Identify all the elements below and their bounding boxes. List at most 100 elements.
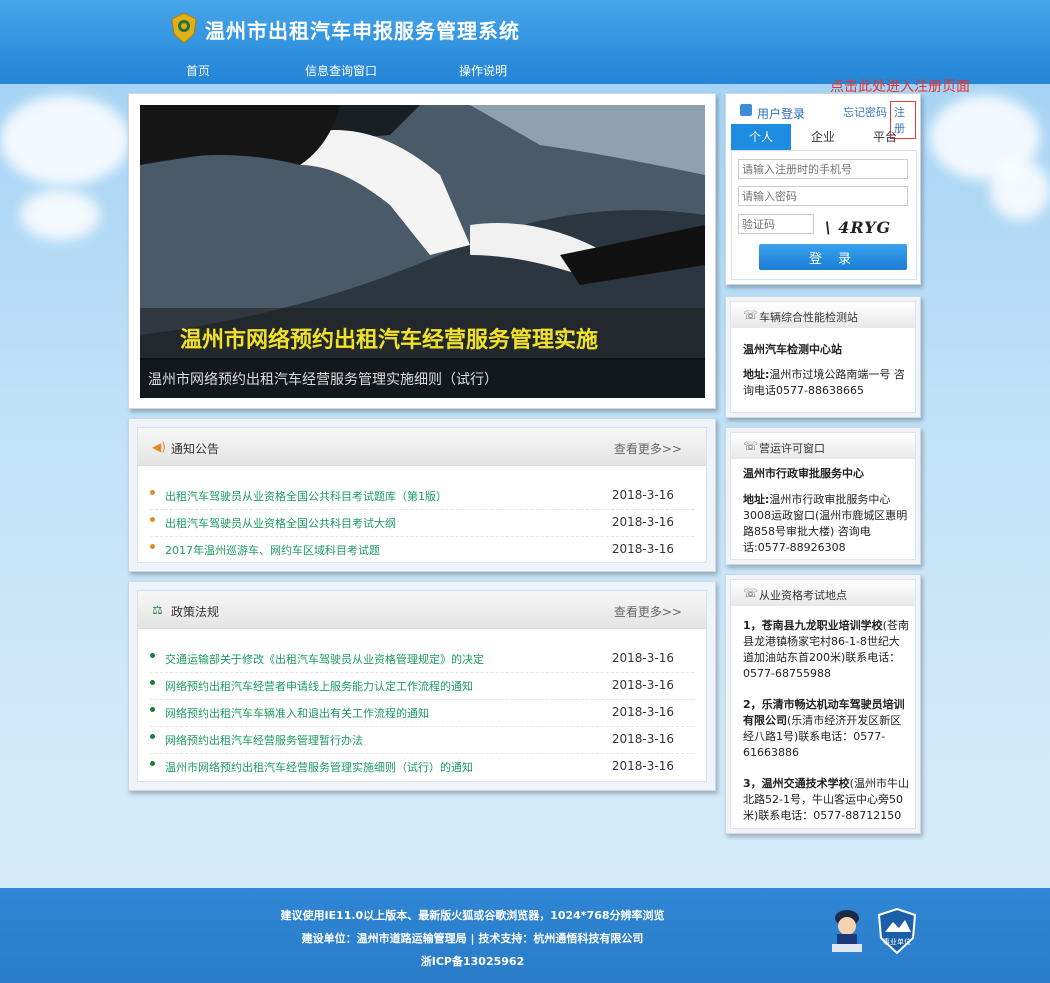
list-item-date: 2018-3-16 [611, 542, 674, 556]
captcha-image[interactable]: \ 4RYG [817, 217, 899, 239]
icp-number: 浙ICP备13025962 [420, 955, 525, 968]
banner-caption: 温州市网络预约出租汽车经营服务管理实施细则（试行） [148, 372, 498, 388]
phone-icon: ☏ [743, 586, 759, 600]
phone-icon: ☏ [743, 439, 759, 453]
policy-list: 交通运输部关于修改《出租汽车驾驶员从业资格管理规定》的决定 2018-3-16 … [150, 646, 694, 781]
list-item[interactable]: 交通运输部关于修改《出租汽车驾驶员从业资格管理规定》的决定 2018-3-16 [150, 646, 694, 673]
banner-slide[interactable]: 温州市网络预约出租汽车经营服务管理实施 温州市网络预约出租汽车经营服务管理实施细… [140, 105, 705, 398]
header: 温州市出租汽车申报服务管理系统 首页 信息查询窗口 操作说明 [0, 0, 1050, 84]
tab-enterprise[interactable]: 企业 [793, 124, 853, 150]
builder-credits: 建设单位：温州市道路运输管理局 | 技术支持：杭州通悟科技有限公司 [301, 932, 644, 945]
policy-header: ⚖ 政策法规 查看更多>> [138, 591, 706, 629]
banner-headline: 温州市网络预约出租汽车经营服务管理实施 [180, 328, 599, 353]
list-item[interactable]: 出租汽车驾驶员从业资格全国公共科目考试题库（第1版） 2018-3-16 [150, 483, 694, 510]
inspection-panel: ☏ 车辆综合性能检测站 温州汽车检测中心站 地址:温州市过境公路南端一号 咨询电… [725, 296, 921, 418]
nav-info-query[interactable]: 信息查询窗口 [305, 62, 377, 79]
password-input[interactable] [738, 186, 908, 206]
list-item-title[interactable]: 交通运输部关于修改《出租汽车驾驶员从业资格管理规定》的决定 [165, 651, 484, 667]
cloud-decoration [20, 190, 100, 240]
list-item[interactable]: 网络预约出租汽车经营服务管理暂行办法 2018-3-16 [150, 727, 694, 754]
login-form: \ 4RYG 登 录 [731, 150, 917, 280]
policy-panel: ⚖ 政策法规 查看更多>> 交通运输部关于修改《出租汽车驾驶员从业资格管理规定》… [128, 581, 716, 791]
tab-platform[interactable]: 平台 [855, 124, 915, 150]
list-item-title[interactable]: 出租汽车驾驶员从业资格全国公共科目考试题库（第1版） [165, 488, 447, 504]
banner-headline-bar: 温州市网络预约出租汽车经营服务管理实施 [140, 308, 705, 360]
bullet-icon [150, 517, 155, 522]
list-item-title[interactable]: 出租汽车驾驶员从业资格全国公共科目考试大纲 [165, 515, 396, 531]
captcha-input[interactable] [738, 214, 814, 234]
list-item-date: 2018-3-16 [611, 651, 674, 665]
badge-text: 事业单位 [883, 937, 911, 946]
list-item-date: 2018-3-16 [611, 705, 674, 719]
list-item-title[interactable]: 网络预约出租汽车经营者申请线上服务能力认定工作流程的通知 [165, 678, 473, 694]
scale-icon: ⚖ [152, 603, 163, 617]
footer: 建议使用IE11.0以上版本、最新版火狐或谷歌浏览器，1024*768分辨率浏览… [0, 888, 1050, 983]
header-band [0, 0, 1050, 56]
inspection-name: 温州汽车检测中心站 [743, 343, 842, 356]
exam-header: ☏ 从业资格考试地点 [731, 580, 915, 606]
bullet-icon [150, 544, 155, 549]
list-item-date: 2018-3-16 [611, 759, 674, 773]
public-institution-badge-icon: 事业单位 [877, 908, 917, 954]
permit-name: 温州市行政审批服务中心 [743, 467, 864, 480]
exam-title: 从业资格考试地点 [759, 589, 847, 602]
permit-address: 地址:温州市行政审批服务中心3008运政窗口(温州市鹿城区惠明路858号审批大楼… [743, 493, 908, 554]
list-item[interactable]: 温州市网络预约出租汽车经营服务管理实施细则（试行）的通知 2018-3-16 [150, 754, 694, 781]
police-mascot-icon [832, 910, 862, 952]
site-title: 温州市出租汽车申报服务管理系统 [205, 19, 520, 43]
phone-input[interactable] [738, 159, 908, 179]
forgot-password-link[interactable]: 忘记密码 [843, 104, 887, 120]
bullet-icon [150, 761, 155, 766]
banner-panel: 温州市网络预约出租汽车经营服务管理实施 温州市网络预约出租汽车经营服务管理实施细… [128, 93, 716, 409]
nav-home[interactable]: 首页 [186, 62, 210, 79]
phone-icon: ☏ [743, 308, 759, 322]
login-title: 用户登录 [757, 107, 806, 121]
bullet-icon [150, 707, 155, 712]
list-item-title[interactable]: 网络预约出租汽车车辆准入和退出有关工作流程的通知 [165, 705, 429, 721]
list-item-date: 2018-3-16 [611, 488, 674, 502]
list-item[interactable]: 出租汽车驾驶员从业资格全国公共科目考试大纲 2018-3-16 [150, 510, 694, 537]
notice-title: 通知公告 [171, 442, 220, 456]
cloud-decoration [0, 95, 130, 185]
permit-panel: ☏ 营运许可窗口 温州市行政审批服务中心 地址:温州市行政审批服务中心3008运… [725, 427, 921, 565]
list-item-date: 2018-3-16 [611, 678, 674, 692]
user-icon [740, 104, 752, 116]
list-item[interactable]: 网络预约出租汽车经营者申请线上服务能力认定工作流程的通知 2018-3-16 [150, 673, 694, 700]
exam-site: 3，温州交通技术学校(温州市牛山北路52-1号，牛山客运中心旁50米)联系电话：… [743, 777, 909, 822]
inspection-title: 车辆综合性能检测站 [759, 311, 858, 324]
bullet-icon [150, 734, 155, 739]
nav-instructions[interactable]: 操作说明 [459, 62, 507, 79]
exam-site: 2，乐清市畅达机动车驾驶员培训有限公司(乐清市经济开发区新区经八路1号)联系电话… [743, 698, 905, 759]
cloud-decoration [990, 160, 1050, 220]
list-item-title[interactable]: 网络预约出租汽车经营服务管理暂行办法 [165, 732, 363, 748]
notice-more-link[interactable]: 查看更多>> [614, 440, 682, 457]
permit-title: 营运许可窗口 [759, 442, 825, 455]
permit-header: ☏ 营运许可窗口 [731, 433, 915, 459]
policy-more-link[interactable]: 查看更多>> [614, 603, 682, 620]
list-item-date: 2018-3-16 [611, 732, 674, 746]
list-item[interactable]: 网络预约出租汽车车辆准入和退出有关工作流程的通知 2018-3-16 [150, 700, 694, 727]
exam-panel: ☏ 从业资格考试地点 1，苍南县九龙职业培训学校(苍南县龙港镇杨家宅村86-1-… [725, 574, 921, 834]
emblem-icon [171, 12, 197, 44]
tab-personal[interactable]: 个人 [731, 124, 791, 150]
notice-panel: ◀) 通知公告 查看更多>> 出租汽车驾驶员从业资格全国公共科目考试题库（第1版… [128, 418, 716, 572]
bullet-icon [150, 680, 155, 685]
browser-recommendation: 建议使用IE11.0以上版本、最新版火狐或谷歌浏览器，1024*768分辨率浏览 [280, 909, 665, 922]
list-item-date: 2018-3-16 [611, 515, 674, 529]
list-item[interactable]: 2017年温州巡游车、网约车区域科目考试题 2018-3-16 [150, 537, 694, 564]
notice-list: 出租汽车驾驶员从业资格全国公共科目考试题库（第1版） 2018-3-16 出租汽… [150, 483, 694, 564]
bullet-icon [150, 490, 155, 495]
login-panel: 用户登录 忘记密码 注册 个人 企业 平台 \ 4RYG 登 录 [725, 93, 921, 285]
list-item-title[interactable]: 温州市网络预约出租汽车经营服务管理实施细则（试行）的通知 [165, 759, 473, 775]
policy-title: 政策法规 [171, 605, 220, 619]
speaker-icon: ◀) [152, 440, 166, 454]
login-tabs: 个人 企业 平台 [731, 124, 917, 150]
bullet-icon [150, 653, 155, 658]
banner-caption-bar: 温州市网络预约出租汽车经营服务管理实施细则（试行） [140, 358, 705, 398]
inspection-header: ☏ 车辆综合性能检测站 [731, 302, 915, 328]
login-header: 用户登录 忘记密码 注册 [730, 98, 916, 139]
exam-site: 1，苍南县九龙职业培训学校(苍南县龙港镇杨家宅村86-1-8世纪大道加油站东首2… [743, 619, 909, 680]
login-button[interactable]: 登 录 [759, 244, 907, 270]
list-item-title[interactable]: 2017年温州巡游车、网约车区域科目考试题 [165, 542, 380, 558]
notice-header: ◀) 通知公告 查看更多>> [138, 428, 706, 466]
